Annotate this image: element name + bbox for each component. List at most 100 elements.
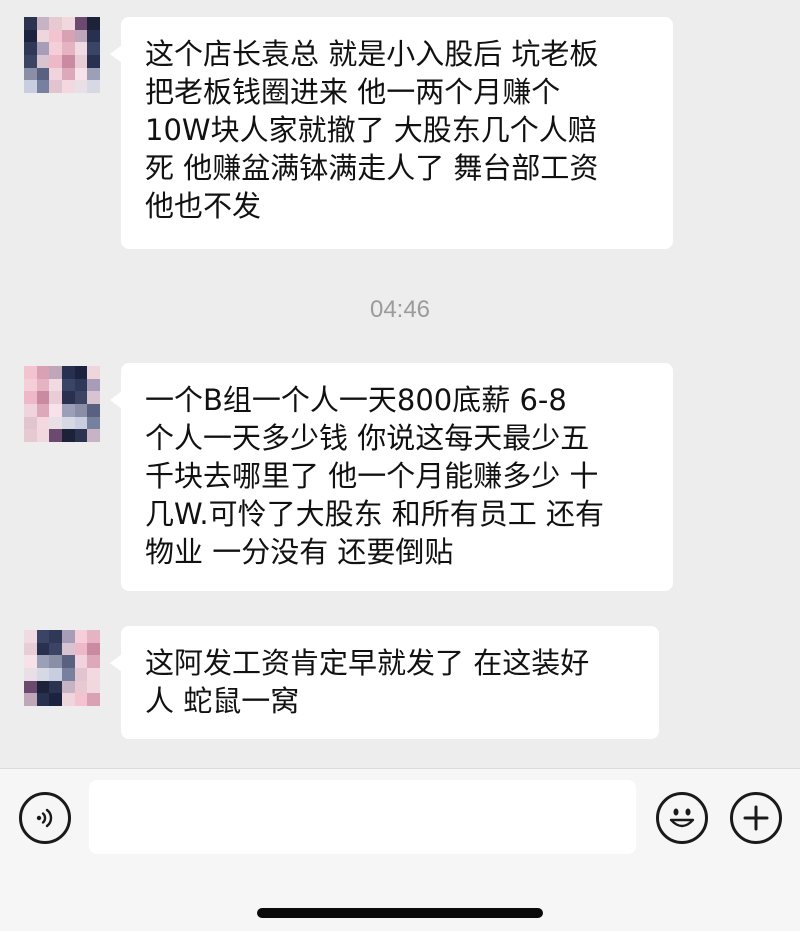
avatar-pixel	[74, 404, 88, 417]
avatar-pixel	[24, 17, 37, 30]
avatar-pixel	[74, 80, 88, 93]
avatar-pixel	[87, 642, 100, 656]
avatar-pixel	[49, 429, 62, 442]
avatar-pixel	[87, 67, 100, 81]
avatar-pixel	[24, 680, 37, 694]
avatar-pixel	[74, 42, 88, 55]
avatar-pixel	[62, 429, 75, 442]
avatar-pixel	[24, 429, 37, 442]
avatar-pixel	[36, 693, 50, 706]
avatar[interactable]	[24, 17, 100, 93]
avatar-pixel	[49, 404, 62, 417]
avatar-pixel	[49, 17, 62, 30]
avatar-pixel	[49, 29, 62, 43]
avatar-pixel	[62, 29, 75, 43]
message-input[interactable]	[89, 780, 636, 854]
timestamp: 04:46	[369, 296, 431, 323]
message-bubble[interactable]: 一个B组一个人一天800底薪 6-8 个人一天多少钱 你说这每天最少五 千块去哪…	[110, 363, 673, 591]
avatar-pixel	[87, 29, 100, 43]
avatar-pixel	[24, 378, 37, 392]
avatar-pixel	[62, 655, 75, 668]
avatar-pixel	[62, 17, 75, 30]
avatar-pixel	[74, 630, 88, 643]
avatar-pixel	[49, 80, 62, 93]
avatar-pixel	[87, 630, 100, 643]
avatar-pixel	[49, 416, 62, 430]
avatar-pixel	[87, 17, 100, 30]
avatar-pixel	[62, 630, 75, 643]
avatar-pixel	[36, 642, 50, 656]
message-line: 把老板钱圈进来 他一两个月赚个	[145, 75, 561, 109]
avatar-pixel	[36, 55, 50, 68]
avatar-pixel	[74, 655, 88, 668]
avatar-pixel	[62, 642, 75, 656]
avatar-pixel	[87, 391, 100, 404]
avatar-pixel	[49, 655, 62, 668]
avatar-pixel	[74, 29, 88, 43]
home-indicator[interactable]	[257, 908, 543, 918]
avatar-pixel	[24, 404, 37, 417]
plus-icon[interactable]	[730, 792, 782, 844]
message-line: 死 他赚盆满钵满走人了 舞台部工资	[145, 151, 599, 185]
avatar-pixel	[62, 391, 75, 404]
avatar-pixel	[74, 429, 88, 442]
avatar-pixel	[36, 655, 50, 668]
avatar-pixel	[36, 29, 50, 43]
message-line: 10W块人家就撤了 大股东几个人赔	[145, 113, 597, 147]
avatar-pixel	[24, 693, 37, 706]
avatar[interactable]	[24, 630, 100, 706]
emoji-icon[interactable]	[656, 792, 708, 844]
avatar-pixel	[36, 378, 50, 392]
message-line: 千块去哪里了 他一个月能赚多少 十	[145, 459, 599, 493]
avatar-pixel	[36, 429, 50, 442]
avatar-pixel	[62, 366, 75, 379]
avatar-pixel	[36, 391, 50, 404]
message-line: 几W.可怜了大股东 和所有员工 还有	[145, 497, 605, 531]
avatar-pixel	[62, 668, 75, 681]
avatar-pixel	[24, 655, 37, 668]
emoji-face-glyph	[669, 808, 695, 828]
avatar-pixel	[62, 378, 75, 392]
avatar-pixel	[74, 55, 88, 68]
avatar-pixel	[24, 67, 37, 81]
avatar-pixel	[62, 42, 75, 55]
message-line: 一个B组一个人一天800底薪 6-8	[145, 383, 567, 417]
avatar-pixel	[74, 366, 88, 379]
avatar-pixel	[24, 55, 37, 68]
avatar-pixel	[87, 693, 100, 706]
avatar-pixel	[87, 80, 100, 93]
avatar-pixel	[87, 680, 100, 694]
message-line: 这阿发工资肯定早就发了 在这装好	[145, 646, 590, 680]
avatar-pixel	[87, 378, 100, 392]
avatar-pixel	[24, 391, 37, 404]
avatar-pixel	[24, 642, 37, 656]
avatar-pixel	[49, 42, 62, 55]
avatar-pixel	[24, 366, 37, 379]
avatar-pixel	[87, 416, 100, 430]
message-line: 物业 一分没有 还要倒贴	[145, 535, 454, 569]
message-bubble[interactable]: 这个店长袁总 就是小入股后 坑老板 把老板钱圈进来 他一两个月赚个 10W块人家…	[110, 17, 673, 249]
avatar-pixel	[36, 80, 50, 93]
voice-icon[interactable]	[19, 792, 71, 844]
avatar-pixel	[74, 67, 88, 81]
avatar-pixel	[49, 630, 62, 643]
avatar-pixel	[87, 42, 100, 55]
message-line: 个人一天多少钱 你说这每天最少五	[145, 421, 590, 455]
avatar-pixel	[49, 680, 62, 694]
avatar-pixel	[74, 17, 88, 30]
avatar-pixel	[36, 17, 50, 30]
avatar-pixel	[87, 404, 100, 417]
avatar-pixel	[49, 642, 62, 656]
avatar[interactable]	[24, 366, 100, 442]
message-line: 他也不发	[145, 189, 262, 223]
avatar-pixel	[24, 80, 37, 93]
avatar-pixel	[36, 630, 50, 643]
avatar-pixel	[36, 67, 50, 81]
avatar-pixel	[36, 416, 50, 430]
avatar-pixel	[74, 391, 88, 404]
chat-area: 这个店长袁总 就是小入股后 坑老板 把老板钱圈进来 他一两个月赚个 10W块人家…	[0, 0, 800, 768]
message-bubble[interactable]: 这阿发工资肯定早就发了 在这装好 人 蛇鼠一窝	[110, 626, 659, 739]
avatar-pixel	[74, 378, 88, 392]
avatar-pixel	[24, 42, 37, 55]
avatar-pixel	[49, 693, 62, 706]
